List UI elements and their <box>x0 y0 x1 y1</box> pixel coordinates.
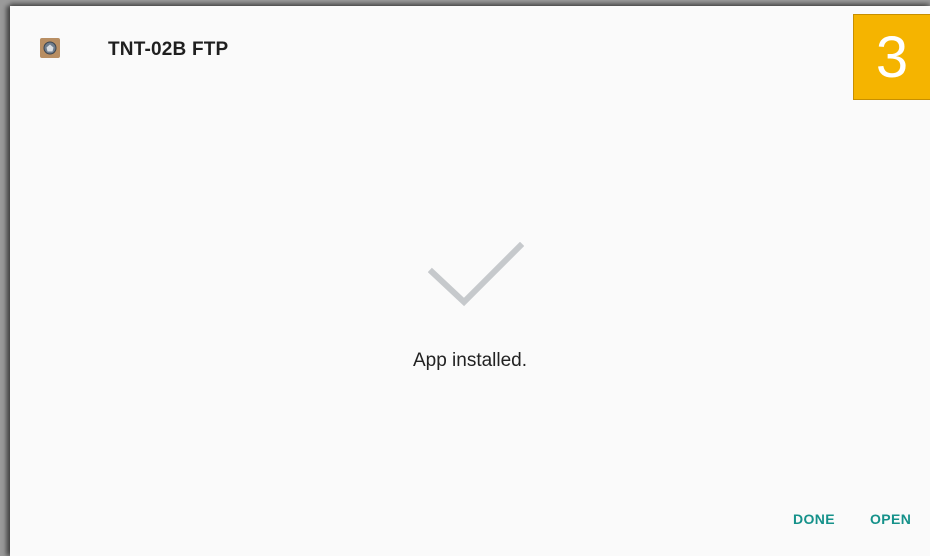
open-button[interactable]: OPEN <box>870 511 911 527</box>
step-number-badge: 3 <box>853 14 930 100</box>
done-button[interactable]: DONE <box>793 511 835 527</box>
app-title: TNT-02B FTP <box>108 39 229 60</box>
install-dialog: TNT-02B FTP 3 App installed. DONE OPEN <box>10 6 930 556</box>
checkmark-icon <box>428 242 524 307</box>
app-icon <box>40 38 60 58</box>
install-status-text: App installed. <box>412 350 528 371</box>
